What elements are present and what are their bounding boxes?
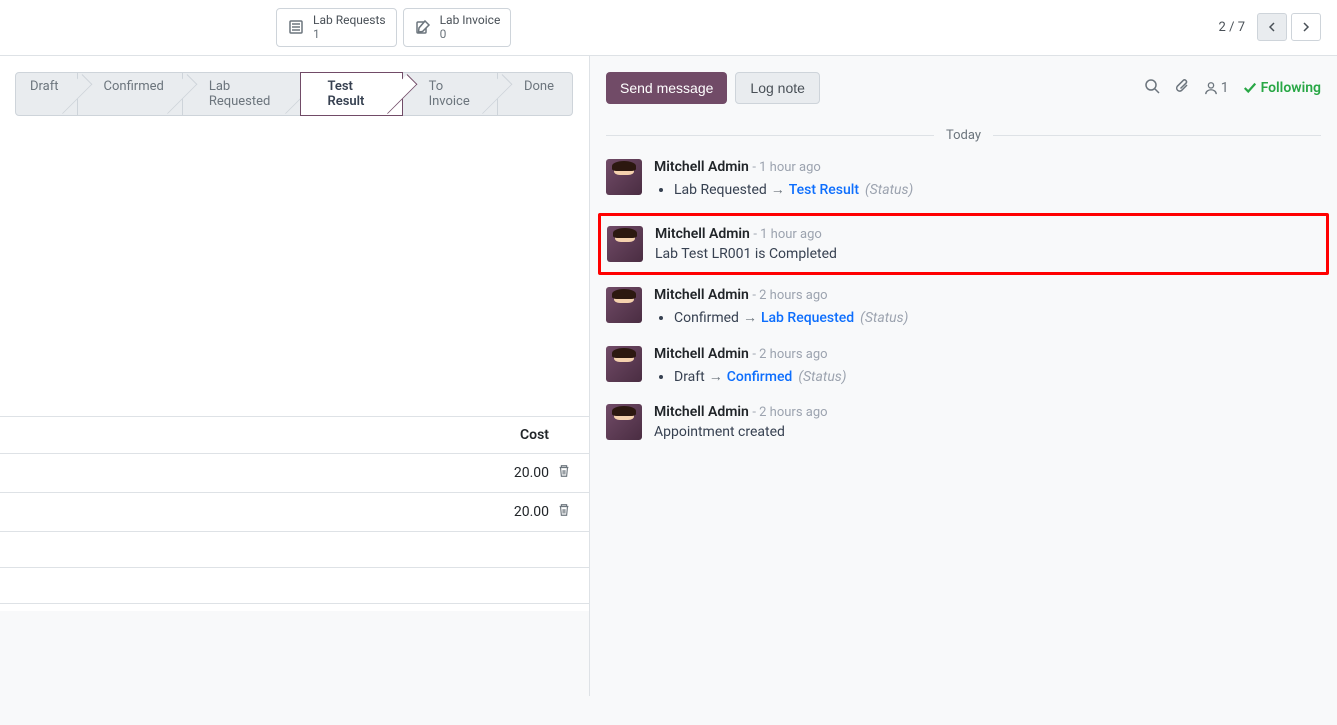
trash-icon[interactable] (557, 464, 573, 482)
date-separator: Today (606, 128, 1321, 143)
chatter-toolbar: Send message Log note 1 Following (590, 56, 1337, 120)
avatar[interactable] (606, 287, 642, 323)
status-bar: DraftConfirmedLab RequestedTest ResultTo… (16, 72, 573, 116)
message-time: - 2 hours ago (752, 405, 827, 420)
stat-count: 1 (313, 27, 386, 41)
cost-value: 20.00 (16, 504, 557, 520)
message-author[interactable]: Mitchell Admin (655, 226, 750, 242)
message-time: - 1 hour ago (752, 160, 821, 175)
status-step-test-result[interactable]: Test Result (300, 72, 402, 116)
message-content: Draft→Confirmed(Status) (654, 366, 1321, 388)
chatter: Send message Log note 1 Following (590, 56, 1337, 696)
following-button[interactable]: Following (1243, 80, 1321, 96)
cost-table: Cost 20.00 20.00 (0, 416, 589, 604)
table-row[interactable]: 20.00 (0, 493, 589, 532)
pager: 2 / 7 (1219, 13, 1321, 41)
avatar[interactable] (606, 346, 642, 382)
stat-lab-requests[interactable]: Lab Requests 1 (276, 8, 397, 47)
message-list: Mitchell Admin - 1 hour ago Lab Requeste… (590, 151, 1337, 448)
log-note-button[interactable]: Log note (735, 72, 820, 104)
message-author[interactable]: Mitchell Admin (654, 346, 749, 362)
message-content: Lab Requested→Test Result(Status) (654, 179, 1321, 201)
check-icon (1243, 81, 1257, 95)
top-bar: Lab Requests 1 Lab Invoice 0 2 / 7 (0, 0, 1337, 56)
edit-icon (414, 18, 432, 36)
table-empty-row (0, 532, 589, 568)
message: Mitchell Admin - 1 hour ago Lab Requeste… (606, 151, 1321, 209)
message-author[interactable]: Mitchell Admin (654, 287, 749, 303)
message: Mitchell Admin - 2 hours ago Confirmed→L… (606, 279, 1321, 337)
table-row[interactable]: 20.00 (0, 454, 589, 493)
status-step-lab-requested[interactable]: Lab Requested (182, 72, 302, 116)
avatar[interactable] (606, 159, 642, 195)
table-empty-row (0, 568, 589, 604)
message-time: - 1 hour ago (753, 227, 822, 242)
status-step-done[interactable]: Done (497, 72, 573, 116)
chevron-left-icon (1267, 22, 1277, 32)
message-author[interactable]: Mitchell Admin (654, 159, 749, 175)
stat-count: 0 (440, 27, 501, 41)
stat-label: Lab Requests (313, 13, 386, 27)
avatar[interactable] (606, 404, 642, 440)
user-icon (1204, 81, 1218, 95)
stat-label: Lab Invoice (440, 13, 501, 27)
pager-prev-button[interactable] (1257, 13, 1287, 41)
cost-column-header: Cost (16, 427, 573, 443)
status-step-draft[interactable]: Draft (15, 72, 78, 116)
message-time: - 2 hours ago (752, 347, 827, 362)
avatar[interactable] (607, 226, 643, 262)
list-icon (287, 18, 305, 36)
message-content: Appointment created (654, 424, 1321, 440)
status-step-to-invoice[interactable]: To Invoice (402, 72, 498, 116)
search-icon[interactable] (1144, 78, 1160, 98)
message-content: Lab Test LR001 is Completed (655, 246, 1320, 262)
main-area: DraftConfirmedLab RequestedTest ResultTo… (0, 56, 1337, 696)
message: Mitchell Admin - 2 hours ago Draft→Confi… (606, 338, 1321, 396)
attachment-icon[interactable] (1174, 78, 1190, 98)
message: Mitchell Admin - 1 hour ago Lab Test LR0… (598, 213, 1329, 275)
message-author[interactable]: Mitchell Admin (654, 404, 749, 420)
message-content: Confirmed→Lab Requested(Status) (654, 307, 1321, 329)
stat-buttons: Lab Requests 1 Lab Invoice 0 (276, 8, 511, 47)
status-step-confirmed[interactable]: Confirmed (77, 72, 183, 116)
left-column: DraftConfirmedLab RequestedTest ResultTo… (0, 56, 590, 696)
stat-lab-invoice[interactable]: Lab Invoice 0 (403, 8, 512, 47)
chevron-right-icon (1301, 22, 1311, 32)
send-message-button[interactable]: Send message (606, 72, 727, 104)
cost-value: 20.00 (16, 465, 557, 481)
message-time: - 2 hours ago (752, 288, 827, 303)
message: Mitchell Admin - 2 hours ago Appointment… (606, 396, 1321, 448)
trash-icon[interactable] (557, 503, 573, 521)
pager-text: 2 / 7 (1219, 20, 1245, 35)
pager-next-button[interactable] (1291, 13, 1321, 41)
followers-button[interactable]: 1 (1204, 80, 1229, 96)
